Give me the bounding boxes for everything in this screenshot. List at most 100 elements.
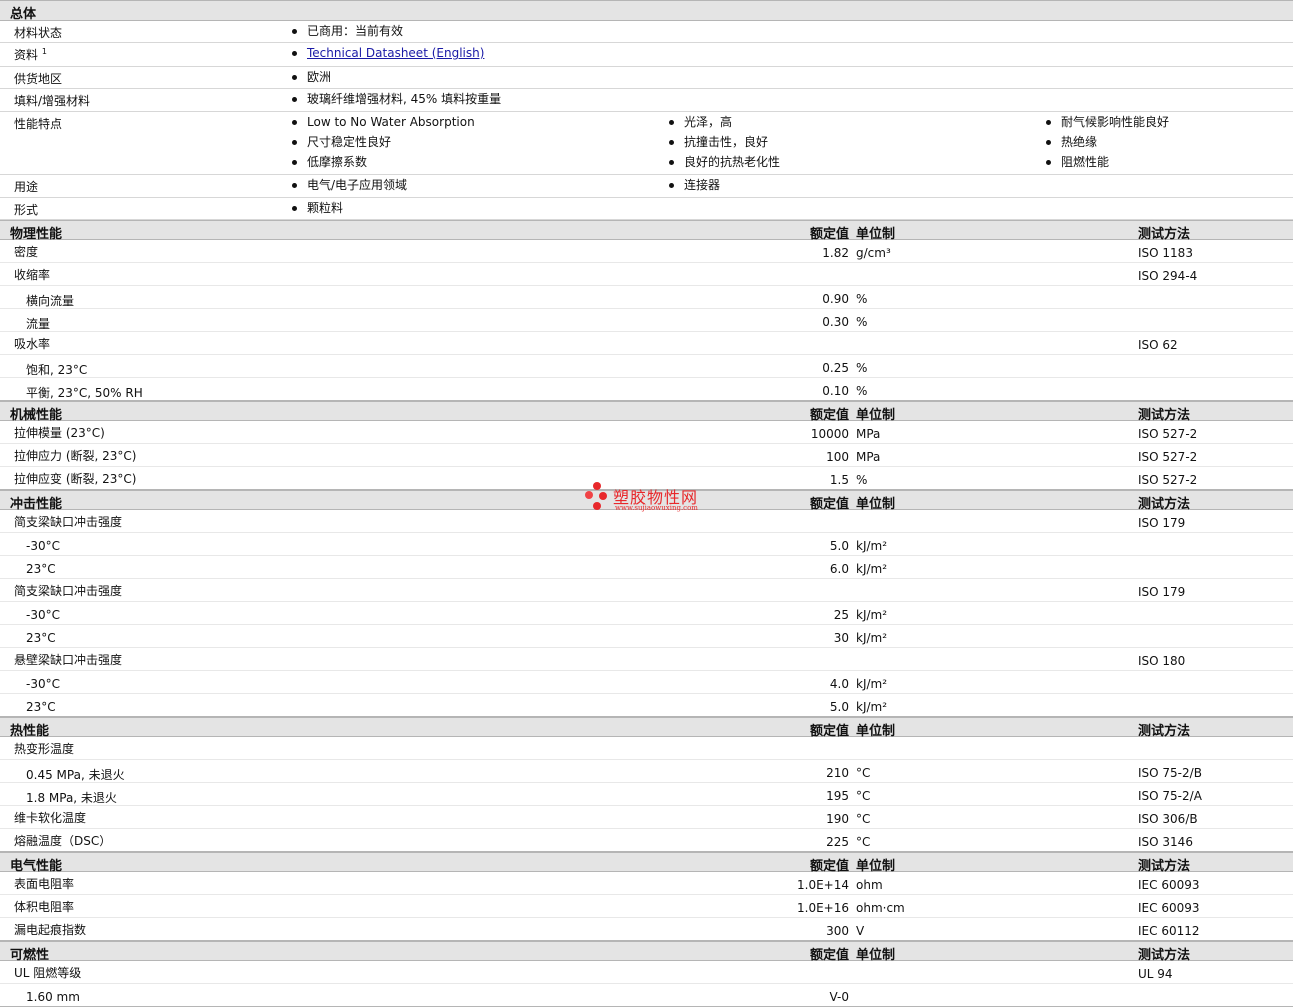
- property-unit: %: [856, 292, 868, 306]
- test-method: ISO 75-2/A: [1138, 789, 1202, 803]
- property-label: 拉伸模量 (23°C): [14, 426, 105, 440]
- property-label: 简支梁缺口冲击强度: [14, 515, 123, 529]
- list-item: 阻燃性能: [1046, 155, 1293, 170]
- general-row: 资料 1 Technical Datasheet (English): [0, 43, 1293, 67]
- datasheet: 总体材料状态 已商用：当前有效资料 1 Technical Datasheet (E…: [0, 0, 1293, 1007]
- general-row-label: 用途: [14, 178, 38, 195]
- general-label-text: 填料/增强材料: [14, 94, 91, 108]
- property-label: 23°C: [26, 631, 56, 645]
- property-unit: g/cm³: [856, 246, 891, 260]
- general-row: 性能特点 Low to No Water Absorption 光泽，高 耐气候影响性…: [0, 112, 1293, 175]
- list-item-text: 低摩擦系数: [307, 155, 368, 169]
- property-unit: °C: [856, 789, 871, 803]
- table-row: 平衡, 23°C, 50% RH 0.10%: [0, 378, 1293, 401]
- property-value: 10000: [810, 427, 849, 441]
- table-row: 热变形温度: [0, 737, 1293, 760]
- table-row: 悬壁梁缺口冲击强度 ISO 180: [0, 648, 1293, 671]
- table-row: 流量 0.30%: [0, 309, 1293, 332]
- table-row: 吸水率 ISO 62: [0, 332, 1293, 355]
- property-unit: kJ/m²: [856, 631, 888, 645]
- property-label: -30°C: [26, 539, 60, 553]
- general-row: 形式 颗粒料: [0, 198, 1293, 220]
- general-row-label: 资料 1: [14, 46, 47, 63]
- property-label: 维卡软化温度: [14, 811, 87, 825]
- list-item: 尺寸稳定性良好: [292, 135, 669, 150]
- property-unit: kJ/m²: [856, 539, 888, 553]
- table-row: 表面电阻率 1.0E+14 ohm IEC 60093: [0, 872, 1293, 895]
- property-value: 25: [833, 608, 849, 622]
- general-row-values: Technical Datasheet (English): [292, 46, 1293, 61]
- property-value: 190: [826, 812, 849, 826]
- property-label: 收缩率: [14, 268, 51, 282]
- property-unit: kJ/m²: [856, 677, 888, 691]
- property-value: 4.0: [829, 677, 849, 691]
- test-method: IEC 60093: [1138, 901, 1200, 915]
- test-method: UL 94: [1138, 967, 1173, 981]
- general-row-values: 欧洲: [292, 70, 1293, 85]
- list-item: 连接器: [669, 178, 1046, 193]
- test-method: ISO 1183: [1138, 246, 1193, 260]
- general-label-text: 用途: [14, 180, 39, 194]
- datasheet-link[interactable]: Technical Datasheet (English): [307, 46, 484, 60]
- property-label: 饱和, 23°C: [26, 363, 88, 377]
- property-unit: ohm·cm: [856, 901, 905, 915]
- general-row-label: 供货地区: [14, 70, 62, 87]
- list-item-text: 电气/电子应用领域: [307, 178, 408, 192]
- list-item: 低摩擦系数: [292, 155, 669, 170]
- property-label: 流量: [26, 317, 51, 331]
- property-label: 体积电阻率: [14, 900, 75, 914]
- list-item-text: 阻燃性能: [1061, 155, 1110, 169]
- property-unit: °C: [856, 766, 871, 780]
- section-title: 总体: [10, 7, 37, 22]
- property-label: 拉伸应力 (断裂, 23°C): [14, 449, 137, 463]
- test-method: ISO 306/B: [1138, 812, 1198, 826]
- section-header-general: 总体: [0, 0, 1293, 22]
- table-row: 横向流量 0.90%: [0, 286, 1293, 309]
- property-value: 5.0: [829, 700, 849, 714]
- table-row: 维卡软化温度 190 °C ISO 306/B: [0, 806, 1293, 829]
- property-value: 30: [833, 631, 849, 645]
- section-header: 可燃性 额定值 单位制 测试方法: [0, 941, 1293, 963]
- general-row-values: 颗粒料: [292, 201, 1293, 216]
- table-row: 简支梁缺口冲击强度 ISO 179: [0, 579, 1293, 602]
- property-value: 1.82: [822, 246, 849, 260]
- property-value: 0.30: [822, 315, 849, 329]
- property-unit: %: [856, 473, 868, 487]
- list-item-text: 已商用：当前有效: [307, 24, 404, 38]
- list-item-text: 热绝缘: [1061, 135, 1098, 149]
- property-sections: 物理性能 额定值 单位制 测试方法 密度 1.82 g/cm³ ISO 1183 收缩率 ISO …: [0, 220, 1293, 1007]
- property-value: 300: [826, 924, 849, 938]
- property-unit: %: [856, 361, 868, 375]
- table-row: 23°C 30 kJ/m²: [0, 625, 1293, 648]
- table-row: 密度 1.82 g/cm³ ISO 1183: [0, 240, 1293, 263]
- test-method: ISO 527-2: [1138, 450, 1198, 464]
- list-item: 颗粒料: [292, 201, 669, 216]
- table-row: 拉伸应力 (断裂, 23°C) 100 MPa ISO 527-2: [0, 444, 1293, 467]
- list-item: 欧洲: [292, 70, 669, 85]
- table-row: UL 阻燃等级 UL 94: [0, 961, 1293, 984]
- list-item-text: 良好的抗热老化性: [684, 155, 781, 169]
- property-label: 0.45 MPa, 未退火: [26, 768, 125, 782]
- property-value: 6.0: [829, 562, 849, 576]
- property-value: 0.90: [822, 292, 849, 306]
- property-label: 表面电阻率: [14, 877, 75, 891]
- property-unit: MPa: [856, 450, 881, 464]
- property-label: 平衡, 23°C, 50% RH: [26, 386, 143, 400]
- general-row: 填料/增强材料 玻璃纤维增强材料, 45% 填料按重量: [0, 89, 1293, 112]
- general-row-label: 材料状态: [14, 24, 62, 41]
- table-row: 简支梁缺口冲击强度 ISO 179: [0, 510, 1293, 533]
- property-label: 1.8 MPa, 未退火: [26, 791, 117, 805]
- list-item[interactable]: Technical Datasheet (English): [292, 46, 669, 61]
- list-item-text: 欧洲: [307, 70, 332, 84]
- test-method: ISO 62: [1138, 338, 1178, 352]
- property-label: -30°C: [26, 677, 60, 691]
- table-row: 饱和, 23°C 0.25%: [0, 355, 1293, 378]
- table-row: 收缩率 ISO 294-4: [0, 263, 1293, 286]
- general-row: 材料状态 已商用：当前有效: [0, 21, 1293, 43]
- table-row: -30°C 4.0 kJ/m²: [0, 671, 1293, 694]
- table-row: 拉伸应变 (断裂, 23°C) 1.5% ISO 527-2: [0, 467, 1293, 490]
- list-item-text: 光泽，高: [684, 115, 733, 129]
- property-value: 1.5: [829, 473, 849, 487]
- general-row-values: 玻璃纤维增强材料, 45% 填料按重量: [292, 92, 1293, 107]
- section-header: 冲击性能 额定值 单位制 测试方法: [0, 490, 1293, 512]
